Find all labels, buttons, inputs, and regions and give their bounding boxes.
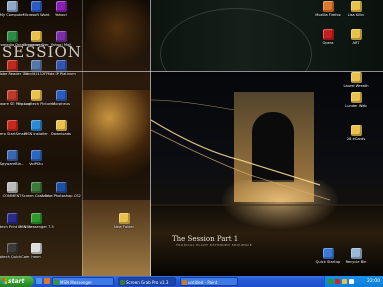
desktop-icon-label: Lisa Kilkc bbox=[347, 13, 365, 17]
desktop-icon-label: MSN Messenger 7.5 bbox=[18, 225, 54, 229]
desktop-icon[interactable]: VoIPStu bbox=[16, 150, 56, 166]
taskbar: start MSN Messenger Screen Grab Pro v1.3 u… bbox=[0, 276, 383, 287]
folder-icon bbox=[55, 120, 67, 131]
msn-messenger-icon bbox=[54, 280, 59, 285]
taskbar-button[interactable]: MSN Messenger bbox=[52, 277, 114, 286]
system-tray: 22:00 bbox=[324, 276, 383, 287]
taskbar-button-label: MSN Messenger bbox=[60, 280, 92, 285]
desktop-icon[interactable]: hmm bbox=[16, 243, 56, 259]
desktop-icon[interactable]: 28 eCards bbox=[336, 125, 376, 141]
taskbar-button[interactable]: Screen Grab Pro v1.3 bbox=[118, 277, 176, 286]
network-tray-icon[interactable] bbox=[342, 279, 347, 284]
word-icon bbox=[30, 1, 42, 12]
desktop-icon-label: Hide IP Platinum bbox=[46, 72, 76, 76]
folder-icon bbox=[118, 213, 130, 224]
msn-messenger-icon bbox=[30, 213, 42, 224]
desktop-icon[interactable]: Adobe Photoshop CS2 bbox=[41, 182, 81, 198]
desktop-icon-label: Downloads bbox=[51, 132, 71, 136]
folder-icon bbox=[350, 72, 362, 83]
screen-grab-icon bbox=[120, 280, 125, 285]
firefox-icon bbox=[322, 1, 334, 12]
desktop-icon[interactable]: MSN Messenger 7.5 bbox=[16, 213, 56, 229]
folder-icon bbox=[350, 29, 362, 40]
wallpaper-title: The Session Part 1 bbox=[172, 235, 239, 243]
volume-tray-icon[interactable] bbox=[349, 279, 354, 284]
photoshop-icon bbox=[55, 182, 67, 193]
desktop-icon[interactable]: Laurel Wreath bbox=[336, 72, 376, 88]
windows-flag-icon bbox=[2, 278, 7, 284]
firefox-icon[interactable] bbox=[44, 278, 50, 284]
wallpaper-subtitle: TROPICAL PLANT EXTENDED SEQUENCE bbox=[176, 243, 253, 247]
clock: 22:00 bbox=[367, 279, 380, 284]
desktop-icon-label: Adobe Photoshop CS2 bbox=[41, 194, 81, 198]
start-button[interactable]: start bbox=[0, 276, 34, 287]
folder-icon bbox=[30, 31, 42, 42]
desktop-icon[interactable]: Lunder Web bbox=[336, 92, 376, 108]
voip-icon bbox=[30, 150, 42, 161]
quick-launch bbox=[36, 278, 50, 285]
desktop-icon-label: Morpheus bbox=[52, 102, 70, 106]
antivirus-tray-icon[interactable] bbox=[335, 279, 340, 284]
yahoo-icon bbox=[55, 1, 67, 12]
paint-icon bbox=[182, 280, 187, 285]
text-file-icon bbox=[30, 243, 42, 254]
desktop-icon[interactable]: ART bbox=[336, 29, 376, 45]
desktop-icon[interactable]: Hide IP Platinum bbox=[41, 60, 81, 76]
taskbar-button-label: Screen Grab Pro v1.3 bbox=[126, 280, 169, 285]
desktop-icon-label: ART bbox=[352, 41, 360, 45]
desktop-icon-label: New Folder bbox=[113, 225, 135, 229]
screen-grab-icon bbox=[30, 182, 42, 193]
start-label: start bbox=[8, 278, 25, 285]
opera-icon bbox=[322, 29, 334, 40]
frame-line bbox=[150, 0, 151, 276]
folder-icon bbox=[350, 125, 362, 136]
desktop-icon-label: Lunder Web bbox=[345, 104, 367, 108]
desktop-icon-label: VoIPStu bbox=[29, 162, 43, 166]
desktop-icon-label: hmm bbox=[31, 255, 41, 259]
desktop-icon[interactable]: New Folder bbox=[104, 213, 144, 229]
taskbar-button-label: untitled - Paint bbox=[188, 280, 218, 285]
desktop-icon-label: Yahoo! Mail bbox=[50, 43, 72, 47]
desktop-icon-label: Laurel Wreath bbox=[343, 84, 369, 88]
desktop-icon-label: 28 eCards bbox=[346, 137, 366, 141]
desktop-icon[interactable]: Morpheus bbox=[41, 90, 81, 106]
desktop-icon[interactable]: Lisa Kilkc bbox=[336, 1, 376, 17]
desktop-icon[interactable]: Yahoo! bbox=[41, 1, 81, 17]
frame-line bbox=[82, 0, 83, 276]
quick-startup-icon bbox=[322, 248, 334, 259]
folder-icon bbox=[30, 90, 42, 101]
desktop-icon[interactable]: Downloads bbox=[41, 120, 81, 136]
hide-ip-icon bbox=[55, 60, 67, 71]
recycle-bin-icon bbox=[350, 248, 362, 259]
folder-icon bbox=[350, 92, 362, 103]
folder-icon bbox=[350, 1, 362, 12]
show-desktop-icon[interactable] bbox=[36, 278, 42, 284]
taskbar-button[interactable]: untitled - Paint bbox=[180, 277, 238, 286]
app-icon bbox=[30, 60, 42, 71]
morpheus-icon bbox=[55, 90, 67, 101]
desktop-icon-label: Yahoo! bbox=[54, 13, 68, 17]
msn-tray-icon[interactable] bbox=[328, 279, 333, 284]
desktop-icon[interactable]: Yahoo! Mail bbox=[41, 31, 81, 47]
msn-icon bbox=[30, 120, 42, 131]
mail-icon bbox=[55, 31, 67, 42]
desktop-icon-label: Recycle Bin bbox=[345, 260, 367, 264]
desktop-icon[interactable]: Recycle Bin bbox=[336, 248, 376, 264]
